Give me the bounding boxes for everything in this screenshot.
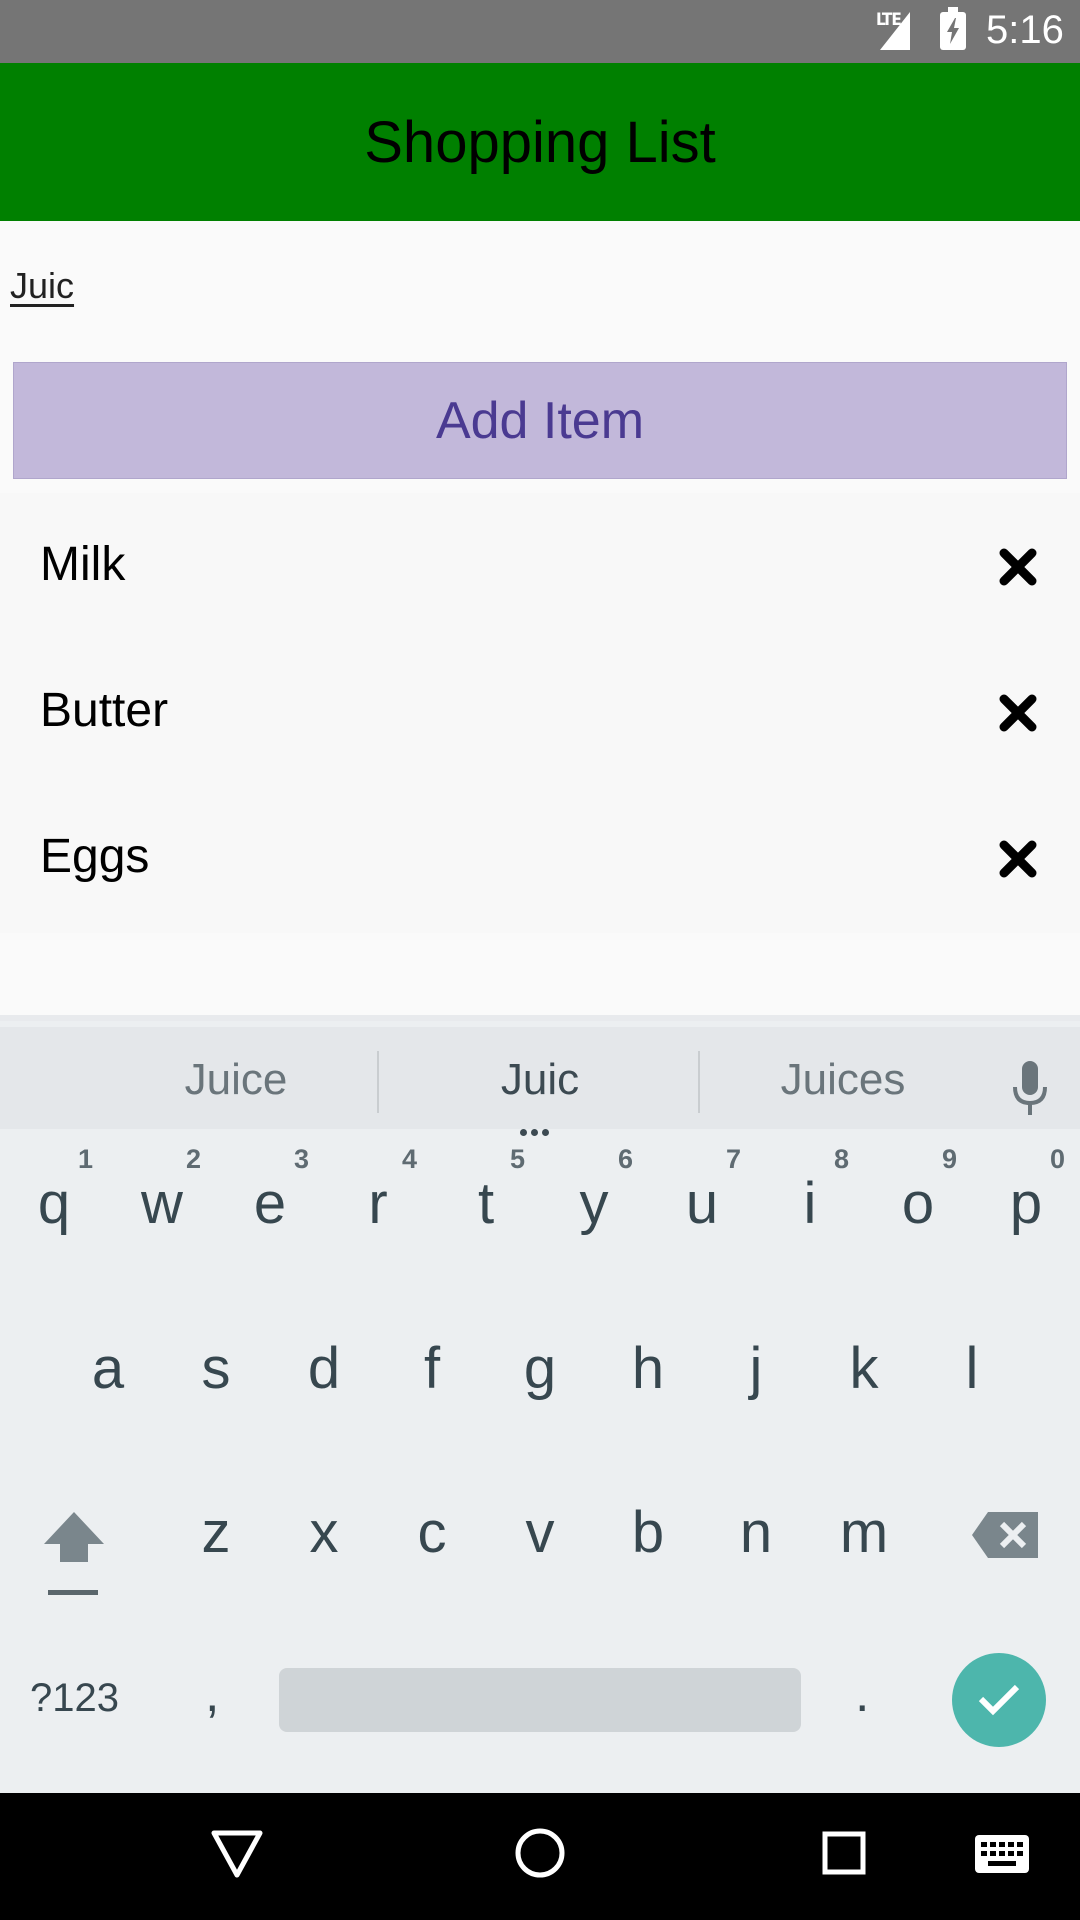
key-l[interactable]: l (918, 1335, 1026, 1402)
comma-key[interactable]: , (205, 1664, 219, 1724)
shopping-list: Milk Butter Eggs (0, 493, 1080, 933)
key-i[interactable]: i (756, 1170, 864, 1237)
key-k[interactable]: k (810, 1335, 918, 1402)
key-hint-0: 0 (1050, 1144, 1066, 1174)
key-j[interactable]: j (702, 1335, 810, 1402)
period-key[interactable]: . (855, 1664, 869, 1724)
key-h[interactable]: h (594, 1335, 702, 1402)
key-e[interactable]: e (216, 1170, 324, 1237)
list-item: Butter (0, 639, 1080, 785)
key-hint-5: 5 (510, 1144, 526, 1174)
key-y[interactable]: y (540, 1170, 648, 1237)
key-hint-9: 9 (942, 1144, 958, 1174)
add-item-button[interactable]: Add Item (13, 362, 1067, 479)
key-z[interactable]: z (162, 1499, 270, 1566)
key-w[interactable]: w (108, 1170, 216, 1237)
enter-key[interactable] (952, 1653, 1046, 1747)
suggestion-center[interactable]: Juic (460, 1055, 620, 1105)
key-q[interactable]: q (0, 1170, 108, 1237)
key-hint-4: 4 (402, 1144, 418, 1174)
key-hint-8: 8 (834, 1144, 850, 1174)
suggestion-divider (698, 1051, 700, 1113)
recents-icon[interactable] (822, 1831, 866, 1875)
status-time: 5:16 (986, 8, 1064, 52)
list-item: Eggs (0, 785, 1080, 931)
signal-icon (880, 12, 910, 50)
key-f[interactable]: f (378, 1335, 486, 1402)
item-input[interactable] (10, 258, 310, 314)
key-n[interactable]: n (702, 1499, 810, 1566)
suggestion-right[interactable]: Juices (763, 1055, 923, 1105)
key-hint-2: 2 (186, 1144, 202, 1174)
key-m[interactable]: m (810, 1499, 918, 1566)
key-x[interactable]: x (270, 1499, 378, 1566)
key-b[interactable]: b (594, 1499, 702, 1566)
key-p[interactable]: p (972, 1170, 1080, 1237)
mic-icon[interactable] (1010, 1059, 1050, 1119)
list-item-label: Milk (40, 538, 126, 591)
key-hint-6: 6 (618, 1144, 634, 1174)
app-bar: Shopping List (0, 63, 1080, 221)
shift-icon[interactable] (38, 1506, 110, 1596)
key-c[interactable]: c (378, 1499, 486, 1566)
more-suggestions-indicator (520, 1123, 560, 1136)
suggestion-bar: Juice Juic Juices (0, 1027, 1080, 1136)
navigation-bar (0, 1793, 1080, 1920)
suggestion-divider (377, 1051, 379, 1113)
key-d[interactable]: d (270, 1335, 378, 1402)
delete-item-2-icon[interactable] (998, 839, 1038, 879)
keyboard-switch-icon[interactable] (975, 1835, 1029, 1873)
key-hint-7: 7 (726, 1144, 742, 1174)
home-icon[interactable] (514, 1827, 566, 1879)
checkmark-icon (978, 1684, 1020, 1716)
space-key[interactable] (279, 1668, 801, 1732)
battery-charging-icon (940, 7, 966, 50)
key-t[interactable]: t (432, 1170, 540, 1237)
backspace-icon[interactable] (970, 1510, 1040, 1560)
key-v[interactable]: v (486, 1499, 594, 1566)
suggestion-left[interactable]: Juice (156, 1055, 316, 1105)
back-icon[interactable] (210, 1829, 264, 1879)
key-hint-3: 3 (294, 1144, 310, 1174)
key-r[interactable]: r (324, 1170, 432, 1237)
symbols-key[interactable]: ?123 (30, 1676, 119, 1721)
key-hint-1: 1 (78, 1144, 94, 1174)
key-a[interactable]: a (54, 1335, 162, 1402)
key-u[interactable]: u (648, 1170, 756, 1237)
key-s[interactable]: s (162, 1335, 270, 1402)
list-item-label: Eggs (40, 830, 150, 883)
delete-item-1-icon[interactable] (998, 693, 1038, 733)
delete-item-0-icon[interactable] (998, 547, 1038, 587)
key-g[interactable]: g (486, 1335, 594, 1402)
status-bar: LTE 5:16 (0, 0, 1080, 63)
key-o[interactable]: o (864, 1170, 972, 1237)
list-item-label: Butter (40, 684, 169, 737)
page-title: Shopping List (364, 109, 716, 175)
list-item: Milk (0, 493, 1080, 639)
